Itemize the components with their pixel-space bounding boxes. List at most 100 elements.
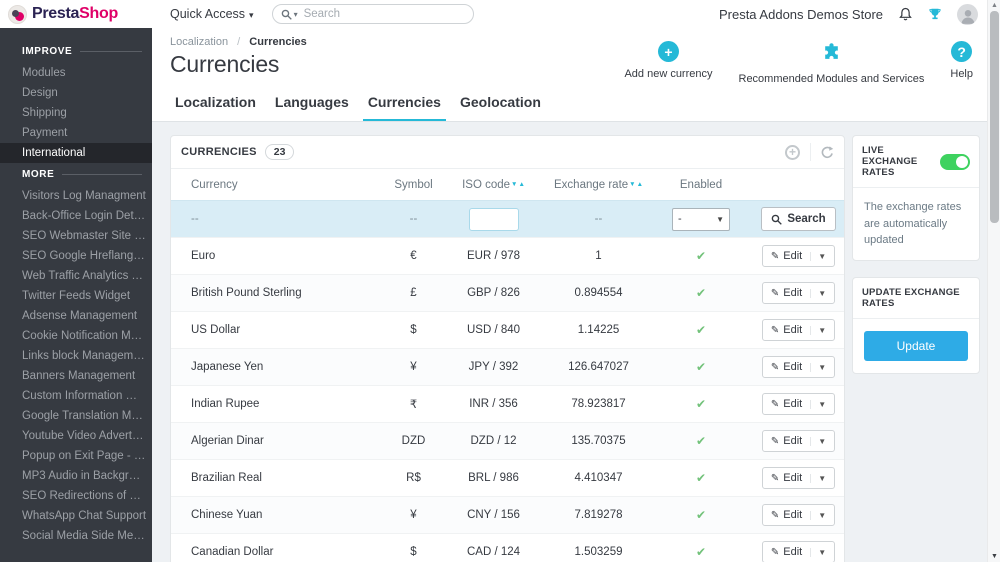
edit-dropdown-caret-icon[interactable]: ▼ [810, 362, 826, 372]
currency-symbol: £ [386, 274, 441, 312]
edit-button[interactable]: ✎ Edit ▼ [761, 504, 836, 526]
sort-desc-icon[interactable]: ▼ [629, 181, 635, 188]
store-name-link[interactable]: Presta Addons Demos Store [719, 7, 883, 22]
header-actions: + Add new currency Recommended Modules a… [624, 41, 973, 85]
puzzle-icon [821, 41, 842, 67]
edit-button[interactable]: ✎ Edit ▼ [761, 541, 836, 562]
scroll-up-arrow-icon[interactable]: ▲ [988, 2, 1000, 9]
user-avatar[interactable] [957, 3, 978, 25]
table-row: US Dollar $ USD / 840 1.14225 ✔ ✎ Edit ▼ [171, 311, 844, 349]
edit-button[interactable]: ✎ Edit ▼ [761, 245, 836, 267]
sidebar-item-youtube-video-advertisement[interactable]: Youtube Video Advertisement [0, 426, 152, 446]
sidebar-item-mp3-audio-in-background[interactable]: MP3 Audio in Background [0, 466, 152, 486]
edit-dropdown-caret-icon[interactable]: ▼ [810, 325, 826, 335]
pencil-icon: ✎ [770, 250, 780, 262]
edit-button[interactable]: ✎ Edit ▼ [761, 467, 836, 489]
edit-dropdown-caret-icon[interactable]: ▼ [810, 436, 826, 446]
sort-desc-icon[interactable]: ▼ [511, 181, 517, 188]
currency-exchange-rate: 1 [546, 237, 651, 275]
search-icon [281, 9, 292, 20]
tab-languages[interactable]: Languages [270, 94, 354, 121]
enabled-check-icon[interactable]: ✔ [696, 397, 706, 411]
sidebar-item-cookie-notification-multilingual[interactable]: Cookie Notification Multilingual [0, 326, 152, 346]
scroll-down-arrow-icon[interactable]: ▼ [988, 553, 1000, 560]
sidebar-item-back-office-login-details[interactable]: Back-Office Login Details [0, 206, 152, 226]
edit-dropdown-caret-icon[interactable]: ▼ [810, 547, 826, 557]
sidebar-item-international[interactable]: International [0, 143, 152, 163]
edit-button[interactable]: ✎ Edit ▼ [761, 319, 836, 341]
enabled-check-icon[interactable]: ✔ [696, 471, 706, 485]
edit-button[interactable]: ✎ Edit ▼ [761, 356, 836, 378]
sidebar-item-social-media-side-menu-links[interactable]: Social Media Side Menu Links [0, 526, 152, 546]
edit-dropdown-caret-icon[interactable]: ▼ [810, 510, 826, 520]
sidebar-item-whatsapp-chat-support[interactable]: WhatsApp Chat Support [0, 506, 152, 526]
live-exchange-rates-description: The exchange rates are automatically upd… [864, 201, 962, 246]
vertical-scrollbar[interactable]: ▲ ▼ [987, 0, 1000, 562]
live-exchange-rates-toggle[interactable] [940, 153, 970, 170]
enabled-check-icon[interactable]: ✔ [696, 323, 706, 337]
sidebar-item-banners-management[interactable]: Banners Management [0, 366, 152, 386]
live-exchange-rates-title: LIVE EXCHANGE RATES [862, 145, 918, 178]
notifications-bell-icon[interactable] [898, 7, 913, 22]
pencil-icon: ✎ [770, 361, 780, 373]
sidebar-item-shipping[interactable]: Shipping [0, 103, 152, 123]
enabled-filter-select[interactable]: - ▼ [672, 207, 730, 231]
column-symbol: Symbol [394, 179, 433, 191]
sidebar-item-seo-webmaster-site-verification[interactable]: SEO Webmaster Site Verification [0, 226, 152, 246]
sidebar-item-seo-redirections-of-urls[interactable]: SEO Redirections of URLS [0, 486, 152, 506]
enabled-check-icon[interactable]: ✔ [696, 249, 706, 263]
edit-button[interactable]: ✎ Edit ▼ [761, 282, 836, 304]
sidebar-item-links-block-management[interactable]: Links block Management [0, 346, 152, 366]
recommended-modules-button[interactable]: Recommended Modules and Services [739, 41, 924, 85]
scrollbar-thumb[interactable] [990, 11, 999, 223]
edit-dropdown-caret-icon[interactable]: ▼ [810, 473, 826, 483]
sidebar-item-web-traffic-analytics-tool[interactable]: Web Traffic Analytics Tool [0, 266, 152, 286]
refresh-icon[interactable] [821, 145, 834, 159]
update-button[interactable]: Update [864, 330, 968, 361]
sidebar-item-custom-information-managem[interactable]: Custom Information Managem... [0, 386, 152, 406]
edit-button[interactable]: ✎ Edit ▼ [761, 430, 836, 452]
chevron-down-icon: ▾ [249, 10, 254, 20]
edit-dropdown-caret-icon[interactable]: ▼ [810, 288, 826, 298]
enabled-check-icon[interactable]: ✔ [696, 286, 706, 300]
sidebar-item-adsense-management[interactable]: Adsense Management [0, 306, 152, 326]
enabled-check-icon[interactable]: ✔ [696, 545, 706, 559]
sidebar-item-design[interactable]: Design [0, 83, 152, 103]
quick-access-label: Quick Access [170, 7, 246, 21]
trophy-icon[interactable] [928, 7, 942, 21]
tab-localization[interactable]: Localization [170, 94, 261, 121]
sidebar-item-modules[interactable]: Modules [0, 63, 152, 83]
sidebar-item-seo-google-hreflang-tags-for[interactable]: SEO Google Hreflang Tags for ... [0, 246, 152, 266]
prestashop-logo[interactable]: Presta Shop [0, 4, 152, 24]
filter-search-button[interactable]: Search [761, 207, 836, 231]
enabled-check-icon[interactable]: ✔ [696, 434, 706, 448]
quick-access-menu[interactable]: Quick Access ▾ [170, 7, 254, 21]
currency-iso-code: CAD / 124 [441, 533, 546, 562]
sidebar-item-visitors-log-managment[interactable]: Visitors Log Managment [0, 186, 152, 206]
breadcrumb-parent[interactable]: Localization [170, 36, 228, 48]
sort-asc-icon[interactable]: ▲ [637, 181, 643, 188]
filter-row: -- -- -- - ▼ Search [171, 200, 844, 238]
sidebar-item-twitter-feeds-widget[interactable]: Twitter Feeds Widget [0, 286, 152, 306]
edit-dropdown-caret-icon[interactable]: ▼ [810, 251, 826, 261]
help-label: Help [950, 68, 973, 80]
sort-asc-icon[interactable]: ▲ [518, 181, 524, 188]
sidebar-item-google-translation-management[interactable]: Google Translation Management [0, 406, 152, 426]
sidebar-item-popup-on-exit-page-on-brows[interactable]: Popup on Exit Page - On Brows... [0, 446, 152, 466]
edit-dropdown-caret-icon[interactable]: ▼ [810, 399, 826, 409]
tab-geolocation[interactable]: Geolocation [455, 94, 546, 121]
edit-button[interactable]: ✎ Edit ▼ [761, 393, 836, 415]
currency-symbol: ¥ [386, 496, 441, 534]
edit-button-label: Edit [783, 509, 803, 521]
help-button[interactable]: ? Help [950, 41, 973, 85]
search-scope-caret-icon[interactable]: ▾ [294, 10, 298, 19]
sidebar-item-payment[interactable]: Payment [0, 123, 152, 143]
enabled-check-icon[interactable]: ✔ [696, 508, 706, 522]
tab-currencies[interactable]: Currencies [362, 94, 446, 121]
panel-add-icon[interactable]: + [785, 144, 800, 160]
search-input[interactable] [303, 8, 465, 20]
add-new-currency-button[interactable]: + Add new currency [624, 41, 713, 85]
global-search[interactable]: ▾ [271, 4, 474, 24]
enabled-check-icon[interactable]: ✔ [696, 360, 706, 374]
iso-code-filter-input[interactable] [468, 207, 519, 231]
